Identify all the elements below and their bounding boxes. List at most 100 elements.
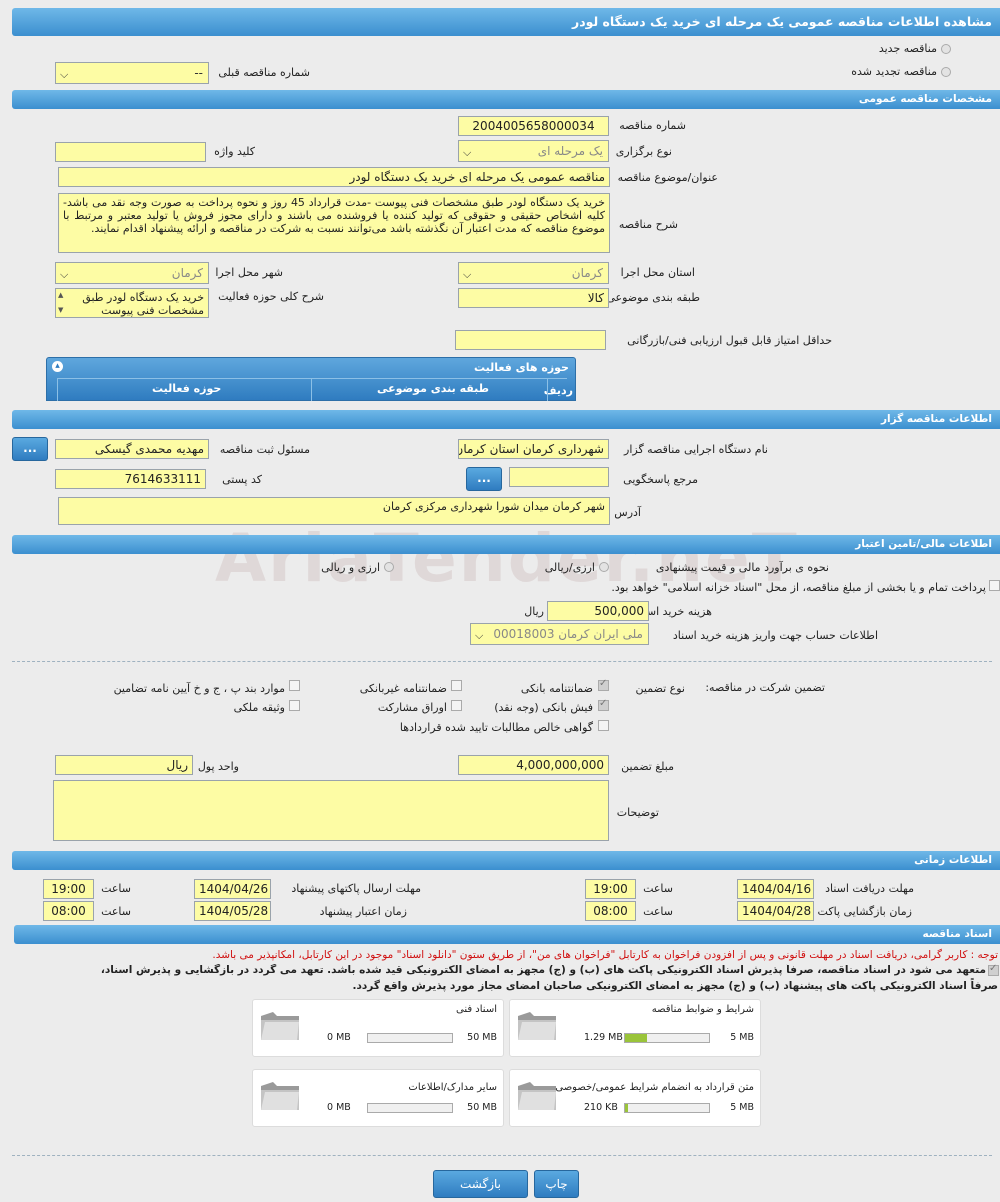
doc-name: شرایط و ضوابط مناقصه — [651, 1004, 754, 1015]
validity-date: 1404/05/28 — [194, 901, 271, 921]
responsible-lookup-button[interactable]: ... — [12, 437, 48, 461]
postal-label: کد پستی — [222, 473, 262, 486]
open-time-label: ساعت — [643, 905, 673, 918]
treasury-checkbox[interactable] — [989, 580, 1000, 591]
doc-size: 1.29 MB — [584, 1032, 623, 1043]
claims-label: گواهی خالص مطالبات تایید شده قراردادها — [399, 721, 593, 734]
description-field: خرید یک دستگاه لودر طبق مشخصات فنی پیوست… — [58, 193, 610, 253]
prev-number-select[interactable]: -- ⌵ — [55, 62, 209, 84]
type-label: نوع برگزاری — [615, 145, 672, 158]
folder-icon — [518, 1012, 556, 1040]
back-button[interactable]: بازگشت — [433, 1170, 528, 1198]
commit-checkbox[interactable] — [988, 963, 999, 976]
renewed-tender-radio[interactable] — [941, 67, 951, 77]
new-tender-label: مناقصه جدید — [878, 42, 937, 55]
guarantee-amount-label: مبلغ تضمین — [621, 760, 674, 773]
clauses-checkbox[interactable] — [289, 680, 300, 691]
collapse-icon[interactable]: ▴ — [52, 361, 63, 372]
org-field: شهرداری کرمان استان کرمان — [458, 439, 609, 459]
page-title: مشاهده اطلاعات مناقصه عمومی یک مرحله ای … — [12, 8, 1000, 36]
tender-number-label: شماره مناقصه — [619, 119, 686, 132]
keyword-label: کلید واژه — [214, 145, 255, 158]
doc-card-contract[interactable]: متن قرارداد به انضمام شرایط عمومی/خصوصی … — [509, 1069, 761, 1127]
doc-max-size: 50 MB — [467, 1032, 497, 1043]
type-select[interactable]: یک مرحله ای ⌵ — [458, 140, 609, 162]
chevron-down-icon: ⌵ — [60, 68, 69, 81]
bank-guarantee-checkbox[interactable] — [598, 678, 609, 691]
print-button[interactable]: چاپ — [534, 1170, 579, 1198]
receive-label: مهلت دریافت اسناد — [825, 882, 914, 895]
scroll-up-icon[interactable]: ▲ — [58, 291, 63, 299]
doc-card-other[interactable]: سایر مدارک/اطلاعات 50 MB 0 MB — [252, 1069, 504, 1127]
doc-cost-field: 500,000 — [547, 601, 649, 621]
city-label: شهر محل اجرا — [215, 266, 283, 279]
chevron-down-icon: ⌵ — [463, 146, 472, 159]
validity-label: زمان اعتبار پیشنهاد — [319, 905, 407, 918]
validity-time: 08:00 — [43, 901, 94, 921]
doc-max-size: 50 MB — [467, 1102, 497, 1113]
tender-number-field: 2004005658000034 — [458, 116, 609, 136]
province-select[interactable]: کرمان ⌵ — [458, 262, 609, 284]
doc-progress — [367, 1033, 453, 1043]
new-tender-radio[interactable] — [941, 44, 951, 54]
treasury-label: پرداخت تمام و یا بخشی از مبلغ مناقصه، از… — [611, 581, 986, 594]
docs-warning: توجه : کاربر گرامی، دریافت اسناد در مهلت… — [212, 949, 998, 961]
receive-time: 19:00 — [585, 879, 636, 899]
open-time: 08:00 — [585, 901, 636, 921]
currency-unit-field: ریال — [55, 755, 193, 775]
col-category: طبقه بندی موضوعی — [377, 382, 490, 395]
account-select[interactable]: ملی ایران کرمان 00018003 ⌵ — [470, 623, 649, 645]
account-label: اطلاعات حساب جهت واریز هزینه خرید اسناد — [672, 629, 878, 642]
activities-title: حوزه های فعالیت — [474, 361, 569, 374]
bonds-checkbox[interactable] — [451, 700, 462, 711]
cash-label: فیش بانکی (وجه نقد) — [494, 701, 593, 714]
min-score-field — [455, 330, 606, 350]
guarantee-type-label: نوع تضمین — [635, 682, 685, 695]
folder-icon — [261, 1012, 299, 1040]
send-label: مهلت ارسال پاکتهای پیشنهاد — [291, 882, 421, 895]
col-activity: حوزه فعالیت — [152, 382, 222, 395]
category-label: طبقه بندی موضوعی — [606, 291, 700, 304]
doc-progress — [624, 1103, 710, 1113]
doc-name: سایر مدارک/اطلاعات — [408, 1082, 497, 1093]
folder-icon — [518, 1082, 556, 1110]
doc-card-technical[interactable]: اسناد فنی 50 MB 0 MB — [252, 999, 504, 1057]
keyword-field — [55, 142, 206, 162]
notes-label: توضیحات — [616, 806, 659, 819]
commit-line1: متعهد می شود در اسناد مناقصه، صرفاً پذیر… — [100, 964, 986, 976]
property-checkbox[interactable] — [289, 700, 300, 711]
activity-desc-label: شرح کلی حوزه فعالیت — [218, 290, 324, 303]
responsible-field: مهدیه محمدی گیسکی — [55, 439, 209, 459]
chevron-down-icon: ⌵ — [60, 268, 69, 281]
doc-progress — [367, 1103, 453, 1113]
city-select[interactable]: کرمان ⌵ — [55, 262, 209, 284]
scroll-down-icon[interactable]: ▼ — [58, 306, 63, 314]
cash-checkbox[interactable] — [598, 698, 609, 711]
doc-size: 0 MB — [327, 1102, 351, 1113]
description-label: شرح مناقصه — [618, 218, 678, 231]
activity-desc-field: خرید یک دستگاه لودر طبق مشخصات فنی پیوست — [55, 288, 209, 318]
address-field: شهر کرمان میدان شورا شهرداری مرکزی کرمان — [58, 497, 610, 525]
claims-checkbox[interactable] — [598, 720, 609, 731]
activities-table: حوزه های فعالیت ▴ ردیف طبقه بندی موضوعی … — [46, 357, 576, 401]
reference-lookup-button[interactable]: ... — [466, 467, 502, 491]
general-section-header: مشخصات مناقصه عمومی — [12, 90, 1000, 109]
subject-label: عنوان/موضوع مناقصه — [617, 171, 718, 184]
receive-time-label: ساعت — [643, 882, 673, 895]
doc-max-size: 5 MB — [730, 1032, 754, 1043]
doc-name: اسناد فنی — [456, 1004, 497, 1015]
doc-card-terms[interactable]: شرایط و ضوابط مناقصه 5 MB 1.29 MB — [509, 999, 761, 1057]
rial-radio[interactable] — [384, 562, 394, 572]
rial-option: ارزی و ریالی — [321, 561, 380, 574]
bonds-label: اوراق مشارکت — [377, 701, 447, 714]
nonbank-guarantee-checkbox[interactable] — [451, 680, 462, 691]
currency-radio[interactable] — [599, 562, 609, 572]
min-score-label: حداقل امتیاز قابل قبول ارزیابی فنی/بازرگ… — [627, 334, 832, 347]
responsible-label: مسئول ثبت مناقصه — [219, 443, 310, 456]
doc-progress — [624, 1033, 710, 1043]
send-time: 19:00 — [43, 879, 94, 899]
doc-name: متن قرارداد به انضمام شرایط عمومی/خصوصی — [555, 1082, 754, 1093]
prev-number-label: شماره مناقصه قبلی — [218, 66, 310, 79]
address-label: آدرس — [614, 506, 641, 519]
reference-field — [509, 467, 609, 487]
